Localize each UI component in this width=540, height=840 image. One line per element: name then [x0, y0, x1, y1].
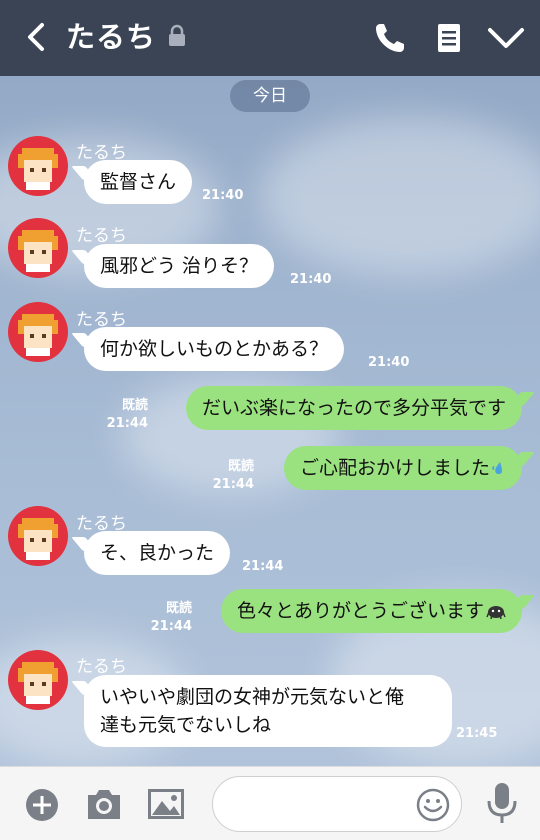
read-receipt: 既読 21:44: [206, 458, 254, 494]
sweat-drop-icon: [492, 462, 502, 475]
incoming-message[interactable]: 監督さん: [84, 160, 193, 204]
emoji-icon[interactable]: [415, 787, 451, 823]
phone-icon[interactable]: [370, 18, 410, 58]
chevron-down-icon[interactable]: [486, 18, 526, 58]
message-input-box[interactable]: [212, 776, 462, 832]
note-icon[interactable]: [430, 18, 470, 58]
outgoing-message[interactable]: 色々とありがとうございます: [220, 589, 522, 633]
image-icon[interactable]: [146, 787, 186, 821]
incoming-message[interactable]: いやいや劇団の女神が元気ないと俺 達も元気でないしね: [84, 675, 452, 747]
message-time: 21:44: [212, 477, 254, 492]
avatar[interactable]: [8, 506, 68, 566]
read-receipt: 既読 21:44: [144, 600, 192, 636]
message-line: 達も元気でないしね: [100, 714, 272, 736]
read-label: 既読: [121, 398, 148, 413]
message-text: ご心配おかけしました: [299, 457, 490, 479]
avatar[interactable]: [8, 218, 68, 278]
message-text: 色々とありがとうございます: [236, 600, 484, 622]
back-arrow-icon[interactable]: [20, 20, 54, 54]
read-label: 既読: [165, 601, 192, 616]
message-input[interactable]: [229, 787, 419, 821]
sender-name: たるち: [76, 657, 127, 677]
incoming-message[interactable]: そ、良かった: [84, 531, 231, 575]
lock-icon: [169, 24, 185, 46]
sender-name: たるち: [76, 226, 127, 246]
incoming-message[interactable]: 何か欲しいものとかある？: [84, 327, 345, 371]
message-time: 21:40: [290, 272, 332, 287]
outgoing-message[interactable]: ご心配おかけしました: [283, 446, 522, 490]
incoming-message[interactable]: 風邪どう 治りそ？: [84, 244, 275, 288]
mic-icon[interactable]: [484, 781, 520, 827]
date-separator: 今日: [230, 80, 310, 112]
chat-title: たるち: [66, 20, 157, 54]
read-receipt: 既読 21:44: [100, 397, 148, 433]
avatar[interactable]: [8, 302, 68, 362]
message-time: 21:44: [150, 619, 192, 634]
message-time: 21:40: [368, 355, 410, 370]
chat-header: たるち: [0, 0, 540, 76]
message-time: 21:40: [202, 188, 244, 203]
message-time: 21:44: [106, 416, 148, 431]
add-icon[interactable]: [24, 787, 60, 823]
bowing-icon: [486, 606, 506, 620]
input-bar: [0, 766, 540, 840]
message-line: いやいや劇団の女神が元気ないと俺: [100, 686, 405, 708]
camera-icon[interactable]: [84, 785, 124, 823]
avatar[interactable]: [8, 136, 68, 196]
message-time: 21:45: [456, 726, 498, 741]
avatar[interactable]: [8, 650, 68, 710]
message-time: 21:44: [242, 559, 284, 574]
outgoing-message[interactable]: だいぶ楽になったので多分平気です: [185, 386, 522, 430]
read-label: 既読: [227, 459, 254, 474]
